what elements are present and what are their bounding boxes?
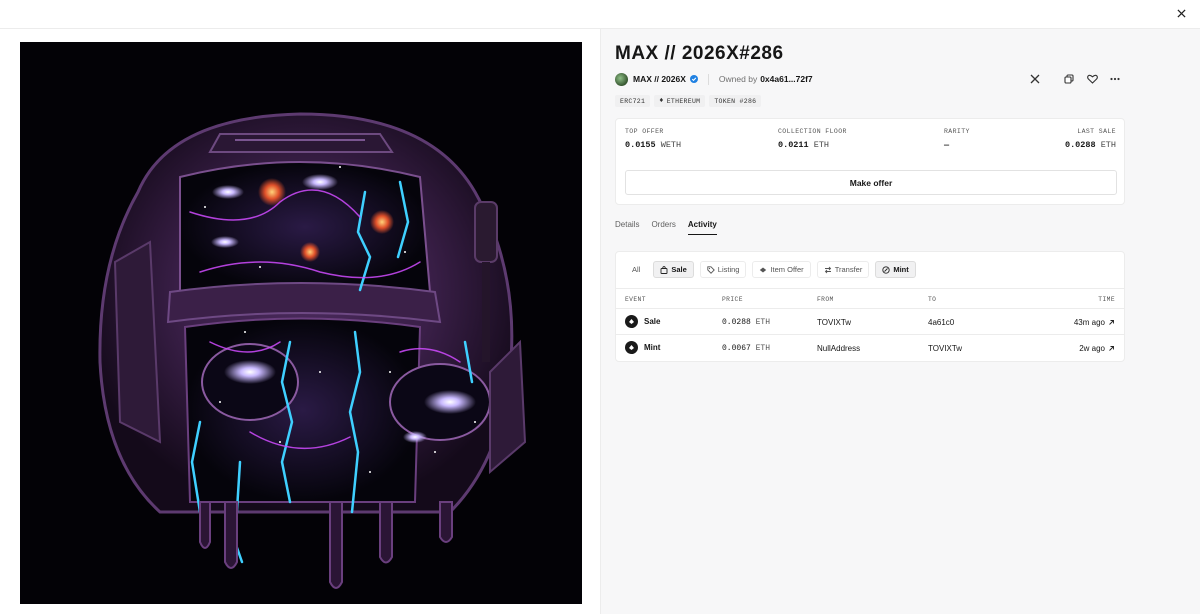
tag-icon (707, 265, 715, 274)
external-link-icon (1109, 346, 1114, 351)
price-stats-card: TOP OFFER 0.0155 WETH COLLECTION FLOOR 0… (615, 118, 1125, 205)
event-filters: All Sale Listing Item Offer Transfer Min… (625, 261, 916, 278)
activity-table-header: EVENT PRICE FROM TO TIME (616, 288, 1124, 309)
more-options-icon[interactable] (1108, 72, 1122, 86)
col-from: FROM (817, 296, 834, 303)
chain-chip: ♦ ETHEREUM (654, 95, 706, 107)
item-actions (1028, 72, 1122, 86)
time-cell[interactable]: 2w ago (1079, 344, 1115, 353)
filter-transfer[interactable]: Transfer (816, 261, 870, 278)
copy-icon[interactable] (1062, 72, 1076, 86)
x-share-icon[interactable] (1028, 72, 1042, 86)
detail-tabs: Details Orders Activity (615, 220, 717, 235)
token-chips: ERC721 ♦ ETHEREUM TOKEN #286 (615, 95, 762, 107)
rarity-stat: RARITY — (944, 128, 970, 150)
token-standard-chip: ERC721 (615, 95, 651, 107)
bag-icon (660, 265, 668, 274)
sale-event-icon (625, 315, 638, 328)
ethereum-icon: ♦ (659, 97, 664, 105)
from-cell[interactable]: NullAddress (817, 344, 860, 353)
floor-label: COLLECTION FLOOR (778, 128, 847, 135)
collection-avatar[interactable] (615, 72, 628, 86)
tab-activity[interactable]: Activity (687, 220, 717, 235)
offer-icon (760, 267, 767, 272)
mint-icon (882, 265, 890, 274)
price-cell: 0.0067 ETH (722, 344, 771, 353)
filter-item-offer[interactable]: Item Offer (752, 261, 811, 278)
last-sale-value: 0.0288 ETH (1064, 140, 1116, 150)
event-cell: Sale (625, 315, 660, 328)
floor-value: 0.0211 ETH (778, 140, 830, 150)
owner-address-link[interactable]: 0x4a61...72f7 (760, 74, 812, 84)
top-bar (0, 0, 1200, 29)
page-title: MAX // 2026X#286 (615, 43, 784, 64)
filter-listing[interactable]: Listing (699, 261, 747, 278)
from-cell[interactable]: TOVIXTw (817, 318, 851, 327)
time-cell[interactable]: 43m ago (1074, 318, 1115, 327)
price-cell: 0.0288 ETH (722, 318, 771, 327)
collection-owner-row: MAX // 2026X Owned by 0x4a61...72f7 (615, 72, 813, 86)
chain-label: ETHEREUM (666, 97, 701, 105)
rarity-label: RARITY (944, 128, 970, 135)
details-pane: MAX // 2026X#286 MAX // 2026X Owned by 0… (601, 29, 1200, 614)
last-sale-label: LAST SALE (1077, 128, 1116, 135)
to-cell[interactable]: 4a61c0 (928, 318, 954, 327)
filter-all[interactable]: All (625, 261, 648, 278)
event-cell: Mint (625, 341, 660, 354)
heart-icon[interactable] (1085, 72, 1099, 86)
last-sale-stat: LAST SALE 0.0288 ETH (1065, 128, 1116, 150)
to-cell[interactable]: TOVIXTw (928, 344, 962, 353)
mint-event-icon (625, 341, 638, 354)
table-row[interactable]: Mint 0.0067 ETH NullAddress TOVIXTw 2w a… (616, 335, 1124, 361)
activity-card: All Sale Listing Item Offer Transfer Min… (615, 251, 1125, 362)
verified-badge-icon (689, 75, 698, 83)
tab-details[interactable]: Details (615, 220, 639, 235)
col-time: TIME (1098, 296, 1115, 303)
col-to: TO (928, 296, 937, 303)
filter-sale[interactable]: Sale (653, 261, 694, 278)
top-offer-stat: TOP OFFER 0.0155 WETH (625, 128, 681, 150)
token-id-chip: TOKEN #286 (709, 95, 762, 107)
rarity-value: — (944, 140, 950, 150)
external-link-icon (1109, 320, 1114, 325)
tab-orders[interactable]: Orders (651, 220, 675, 235)
filter-mint[interactable]: Mint (875, 261, 916, 278)
transfer-icon (824, 266, 831, 273)
col-price: PRICE (722, 296, 743, 303)
owned-by-label: Owned by (718, 74, 758, 84)
top-offer-label: TOP OFFER (625, 128, 664, 135)
collection-name-link[interactable]: MAX // 2026X (633, 74, 686, 84)
close-icon[interactable] (1171, 3, 1191, 23)
media-pane (0, 29, 601, 614)
col-event: EVENT (625, 296, 646, 303)
collection-floor-stat: COLLECTION FLOOR 0.0211 ETH (778, 128, 847, 150)
make-offer-button[interactable]: Make offer (625, 170, 1117, 195)
table-row[interactable]: Sale 0.0288 ETH TOVIXTw 4a61c0 43m ago (616, 309, 1124, 335)
divider (707, 73, 709, 85)
top-offer-value: 0.0155 WETH (625, 140, 682, 150)
nft-artwork-image[interactable] (20, 42, 582, 604)
